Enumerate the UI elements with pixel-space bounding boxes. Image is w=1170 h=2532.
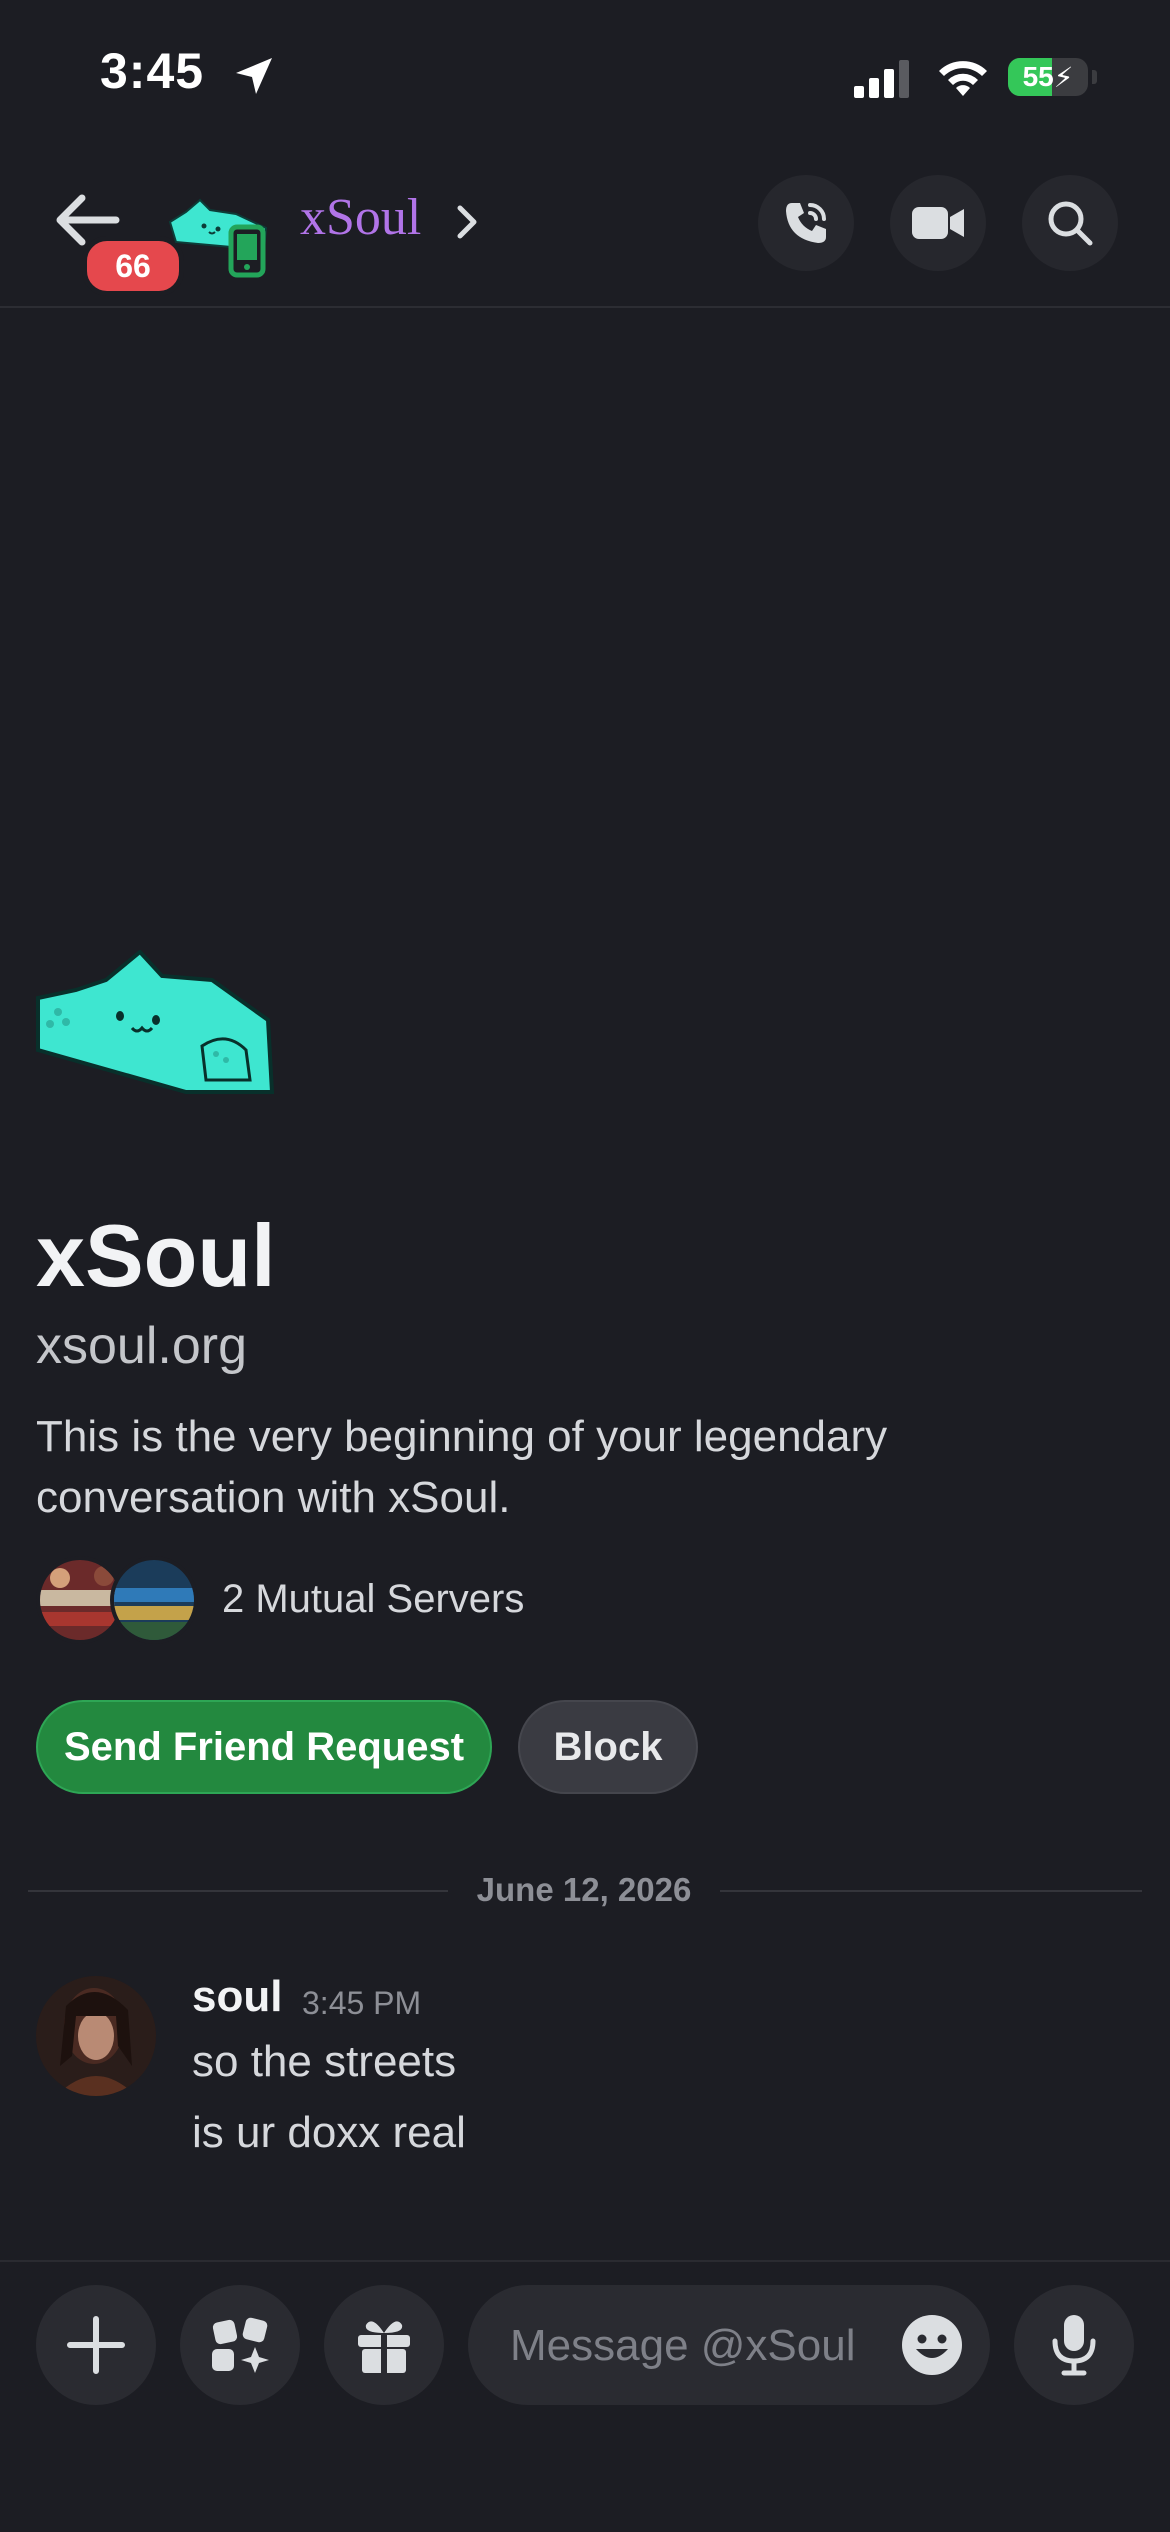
video-call-button[interactable] [890,175,986,271]
chevron-right-icon[interactable] [452,200,482,244]
battery-cap [1092,70,1097,84]
profile-handle: xsoul.org [36,1317,247,1375]
search-icon [1048,201,1093,246]
location-arrow-icon [236,58,272,94]
block-button[interactable]: Block [518,1700,698,1794]
composer-divider [0,2260,1170,2262]
apps-button[interactable] [180,2285,300,2405]
apps-icon [212,2317,269,2373]
message-text[interactable]: is ur doxx real [192,2108,466,2158]
message-timestamp: 3:45 PM [302,1985,422,2021]
message-input[interactable] [508,2285,872,2407]
send-friend-request-button[interactable]: Send Friend Request [36,1700,492,1794]
mutual-server-icons[interactable] [36,1556,206,1646]
date-divider-line-right [720,1890,1142,1892]
profile-display-name: xSoul [36,1206,276,1305]
microphone-icon [1052,2315,1096,2376]
date-divider-line-left [28,1890,448,1892]
voice-call-button[interactable] [758,175,854,271]
message-author[interactable]: soul [192,1972,282,2022]
video-camera-icon [912,207,964,239]
conversation-intro-text: This is the very beginning of your legen… [36,1412,888,1522]
emoji-icon[interactable] [900,2313,964,2377]
mobile-phone-icon [228,224,266,278]
attach-button[interactable] [36,2285,156,2405]
wifi-icon [939,61,987,96]
cellular-signal-icon [854,60,909,98]
message-input-container[interactable] [468,2285,990,2407]
gift-icon [358,2321,410,2373]
plus-icon [67,2316,125,2374]
mutual-servers-label[interactable]: 2 Mutual Servers [222,1577,524,1622]
header-divider [0,306,1170,308]
battery-charging-icon: 55 ⚡ [1008,58,1088,96]
cat-avatar-large [36,949,275,1094]
date-divider-label: June 12, 2026 [476,1871,692,1908]
phone-icon [786,203,826,243]
battery-level: 55 ⚡ [1022,61,1074,93]
voice-message-button[interactable] [1014,2285,1134,2405]
message-author-avatar[interactable] [36,1976,156,2096]
status-time: 3:45 [100,43,205,99]
header-username[interactable]: xSoul [300,188,421,247]
search-button[interactable] [1022,175,1118,271]
mutual-server-icon-2[interactable] [110,1556,198,1644]
message-text[interactable]: so the streets [192,2037,456,2087]
header-avatar[interactable] [166,192,276,278]
gift-button[interactable] [324,2285,444,2405]
profile-avatar[interactable] [36,949,276,1105]
